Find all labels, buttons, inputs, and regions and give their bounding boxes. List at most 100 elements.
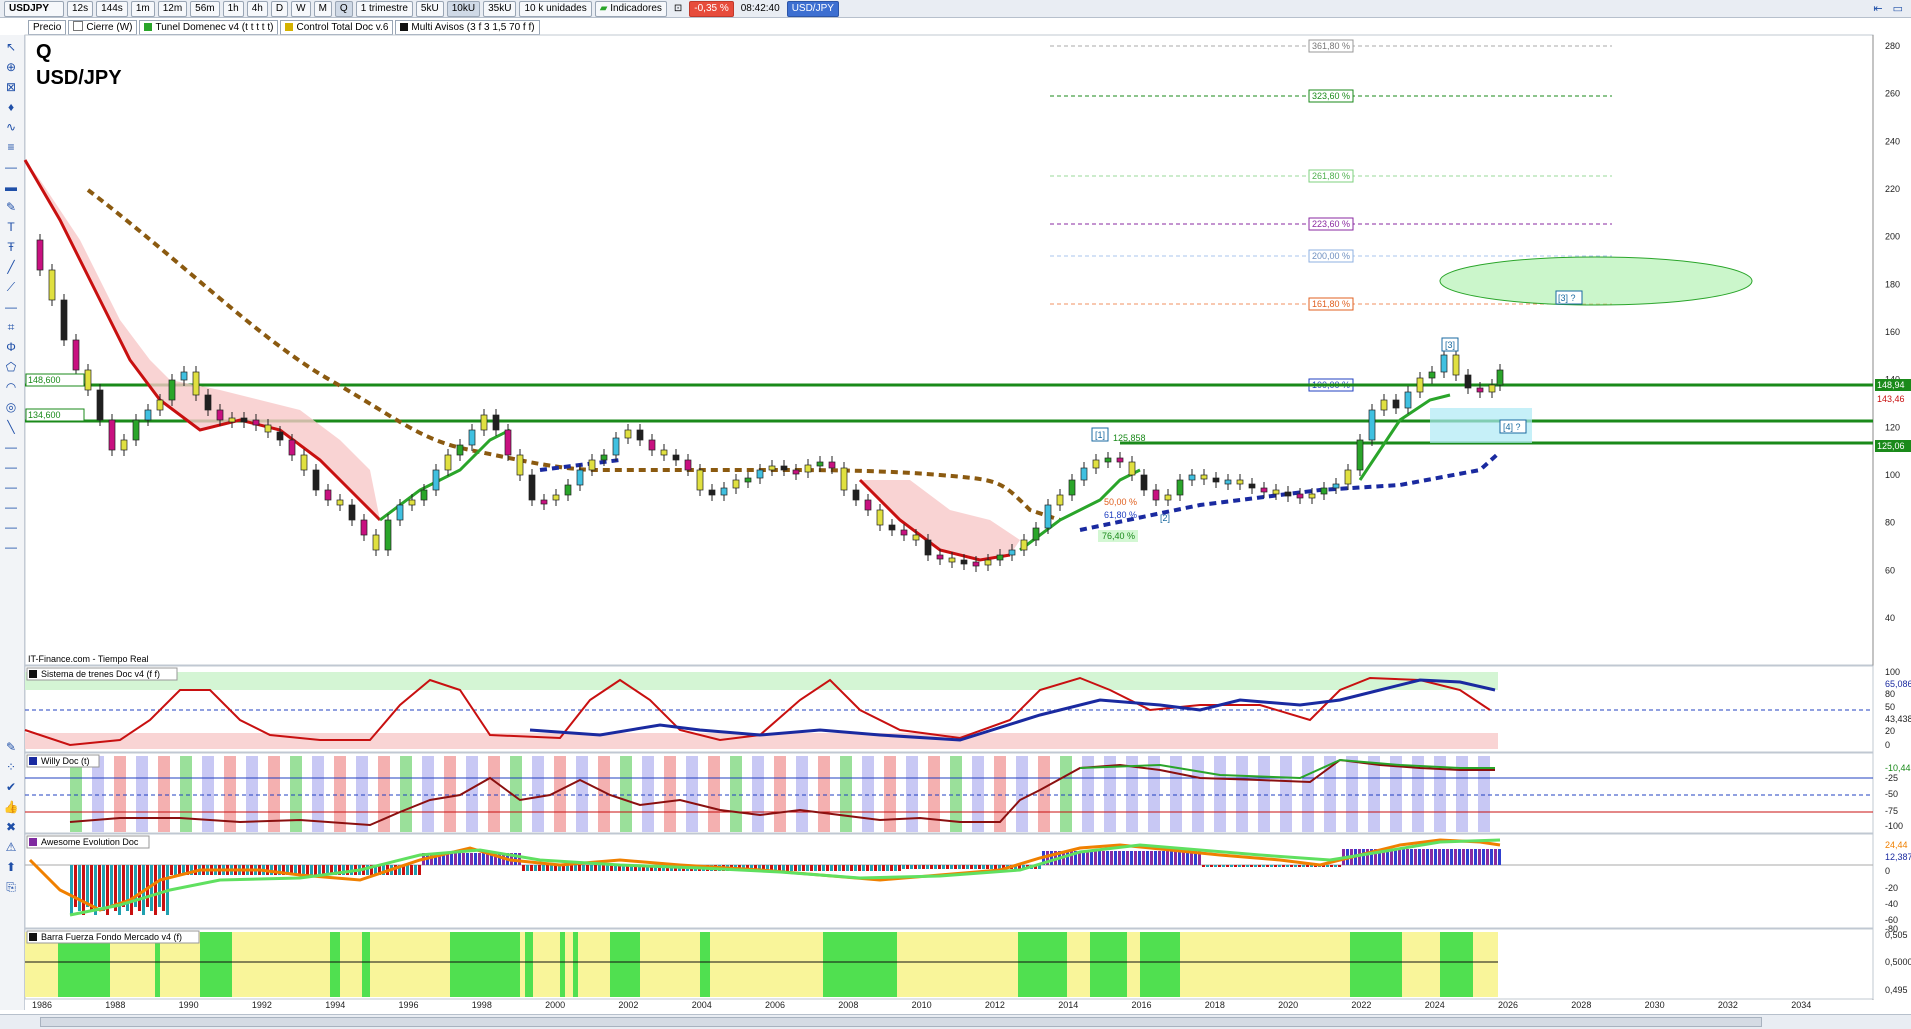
svg-text:0: 0 <box>1885 866 1890 876</box>
willy-band <box>730 756 742 832</box>
barra-band <box>610 932 640 997</box>
barra-band <box>450 932 520 997</box>
chart-area[interactable]: 361,80 % 323,60 % 261,80 % 223,60 % 200,… <box>0 0 1911 1029</box>
ao-bar <box>1246 865 1249 867</box>
willy-band <box>532 756 544 832</box>
ao-bar <box>1438 849 1441 865</box>
barra-band <box>330 932 340 997</box>
candle <box>1356 439 1364 471</box>
ao-bar <box>1174 851 1177 865</box>
ao-bar <box>1274 865 1277 867</box>
ao-bar <box>406 865 409 875</box>
ao-bar <box>1446 849 1449 865</box>
candle <box>612 437 620 456</box>
horizontal-scrollbar[interactable] <box>40 1017 1762 1027</box>
barra-band <box>1018 932 1067 997</box>
candle <box>1416 377 1424 393</box>
ao-bar <box>954 865 957 869</box>
svg-text:43,438: 43,438 <box>1885 714 1911 724</box>
fib-361-label: 361,80 % <box>1312 41 1350 51</box>
year-label: 1986 <box>32 1000 52 1010</box>
svg-text:-100: -100 <box>1885 821 1903 831</box>
year-label: 2014 <box>1058 1000 1078 1010</box>
year-label: 2002 <box>618 1000 638 1010</box>
wave-3-label: [3] <box>1445 340 1455 350</box>
ao-bar <box>1338 865 1341 867</box>
candle <box>708 489 716 496</box>
ao-bar <box>1142 851 1145 865</box>
year-label: 2034 <box>1791 1000 1811 1010</box>
svg-text:-50: -50 <box>1885 789 1898 799</box>
ao-bar <box>1458 849 1461 865</box>
ao-bar <box>1430 849 1433 865</box>
ao-bar <box>586 865 589 871</box>
ao-bar <box>594 865 597 871</box>
ao-bar <box>1282 865 1285 867</box>
barra-band <box>370 932 450 997</box>
panel-awesome: Awesome Evolution Doc <box>24 833 1874 929</box>
ao-bar <box>1406 849 1409 865</box>
barra-band <box>1440 932 1473 997</box>
left-tag-2: 134,600 <box>28 410 61 420</box>
candle <box>240 417 248 423</box>
ao-bar <box>158 865 161 907</box>
candle <box>816 461 824 467</box>
willy-band <box>1038 756 1050 832</box>
candle <box>1092 459 1100 469</box>
ao-bar <box>798 865 801 871</box>
ao-bar <box>98 865 101 907</box>
ao-bar <box>894 865 897 871</box>
candle <box>336 499 344 506</box>
barra-band <box>1140 932 1180 997</box>
year-label: 2008 <box>838 1000 858 1010</box>
ao-bar <box>866 865 869 871</box>
candle <box>1224 479 1232 485</box>
candle <box>156 399 164 411</box>
ao-bar <box>306 865 309 875</box>
ao-bar <box>878 865 881 871</box>
candle <box>732 479 740 489</box>
candle <box>528 474 536 501</box>
year-label: 2018 <box>1205 1000 1225 1010</box>
svg-text:65,086: 65,086 <box>1885 679 1911 689</box>
willy-band <box>664 756 676 832</box>
candle <box>84 369 92 391</box>
candle <box>204 394 212 411</box>
candle <box>624 429 632 439</box>
year-label: 2000 <box>545 1000 565 1010</box>
svg-text:0,495: 0,495 <box>1885 985 1908 995</box>
candle <box>1452 354 1460 376</box>
candle <box>852 489 860 501</box>
ao-bar <box>918 865 921 869</box>
candle <box>288 439 296 456</box>
ao-bar <box>318 865 321 875</box>
candle <box>372 534 380 551</box>
candle <box>1236 479 1244 485</box>
year-label: 2032 <box>1718 1000 1738 1010</box>
ao-bar <box>806 865 809 871</box>
ao-bar <box>454 853 457 865</box>
ao-bar <box>1238 865 1241 867</box>
ao-bar <box>1498 849 1501 865</box>
ao-bar <box>1410 849 1413 865</box>
ao-bar <box>1478 849 1481 865</box>
ao-bar <box>790 865 793 871</box>
willy-band <box>1016 756 1028 832</box>
willy-band <box>1060 756 1072 832</box>
ao-bar <box>1254 865 1257 867</box>
candle <box>1320 487 1328 495</box>
year-label: 1994 <box>325 1000 345 1010</box>
ao-bar <box>1146 851 1149 865</box>
barra-band <box>200 932 232 997</box>
ao-bar <box>1362 849 1365 865</box>
candle <box>1116 457 1124 463</box>
year-label: 1998 <box>472 1000 492 1010</box>
ao-bar <box>958 865 961 869</box>
ao-bar <box>1050 851 1053 865</box>
candle <box>60 299 68 341</box>
svg-text:0,505: 0,505 <box>1885 930 1908 940</box>
fib-323-label: 323,60 % <box>1312 91 1350 101</box>
left-tag-1: 148,600 <box>28 375 61 385</box>
ao-bar <box>862 865 865 871</box>
ao-bar <box>450 853 453 865</box>
